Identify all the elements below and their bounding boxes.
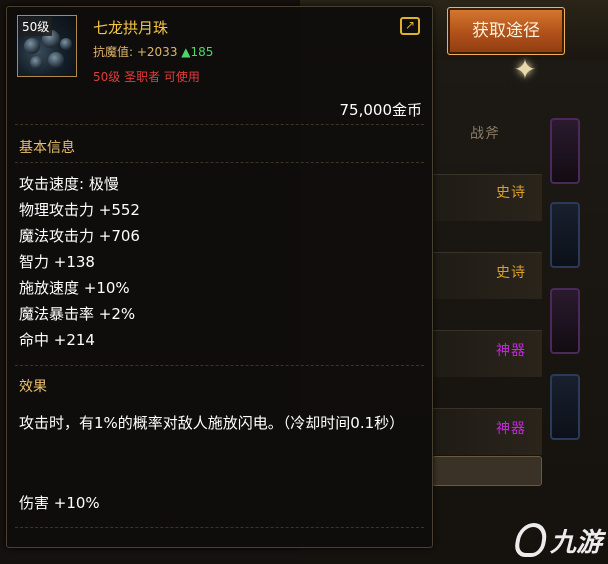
background-row-label: 史诗 <box>496 265 526 281</box>
attribute-line: 智力 +138 <box>19 253 95 271</box>
sparkle-icon: ✦ <box>513 53 537 86</box>
background-row-label: 史诗 <box>496 185 526 201</box>
attribute-line: 魔法暴击率 +2% <box>19 305 136 323</box>
attribute-line: 物理攻击力 +552 <box>19 201 140 219</box>
resist-value: 抗魔值: +2033 <box>93 45 178 59</box>
attribute-line: 命中 +214 <box>19 331 95 349</box>
background-row-label: 神器 <box>496 421 526 437</box>
share-icon[interactable]: ↗ <box>400 17 420 35</box>
effect-description: 攻击时，有1%的概率对敌人施放闪电。（冷却时间0.1秒） <box>19 414 405 432</box>
attribute-line: 魔法攻击力 +706 <box>19 227 140 245</box>
section-title-effect: 效果 <box>19 379 47 395</box>
background-button[interactable] <box>432 456 542 486</box>
watermark: 九游 <box>513 520 603 560</box>
background-row-label: 神器 <box>496 343 526 359</box>
item-orb-icon: 50级 <box>17 15 77 77</box>
item-name: 七龙拱月珠 <box>93 19 169 37</box>
background-item-slot[interactable] <box>550 374 580 440</box>
item-tooltip: 50级 七龙拱月珠 抗魔值: +2033 ▲185 50级 圣职者 可使用 ↗ … <box>6 6 433 548</box>
resist-increase: ▲185 <box>181 45 214 59</box>
section-title-basic-info: 基本信息 <box>19 140 75 156</box>
resist-stat: 抗魔值: +2033 ▲185 <box>93 43 213 60</box>
watermark-logo-icon <box>513 523 549 557</box>
divider <box>15 162 424 163</box>
damage-bonus: 伤害 +10% <box>19 494 100 512</box>
attribute-line: 攻击速度: 极慢 <box>19 175 119 193</box>
item-price: 75,000金币 <box>339 101 423 119</box>
attribute-line: 施放速度 +10% <box>19 279 130 297</box>
item-level-tag: 50级 <box>19 17 53 36</box>
background-item-slot[interactable] <box>550 288 580 354</box>
background-item-slot[interactable] <box>550 202 580 268</box>
background-tab-label[interactable]: 战斧 <box>470 123 500 143</box>
background-item-slot[interactable] <box>550 118 580 184</box>
divider <box>15 124 424 125</box>
acquire-method-button[interactable]: 获取途径 <box>447 7 565 55</box>
watermark-text: 九游 <box>550 527 603 558</box>
divider <box>15 527 424 528</box>
divider <box>15 365 424 366</box>
usage-requirement: 50级 圣职者 可使用 <box>93 70 200 84</box>
